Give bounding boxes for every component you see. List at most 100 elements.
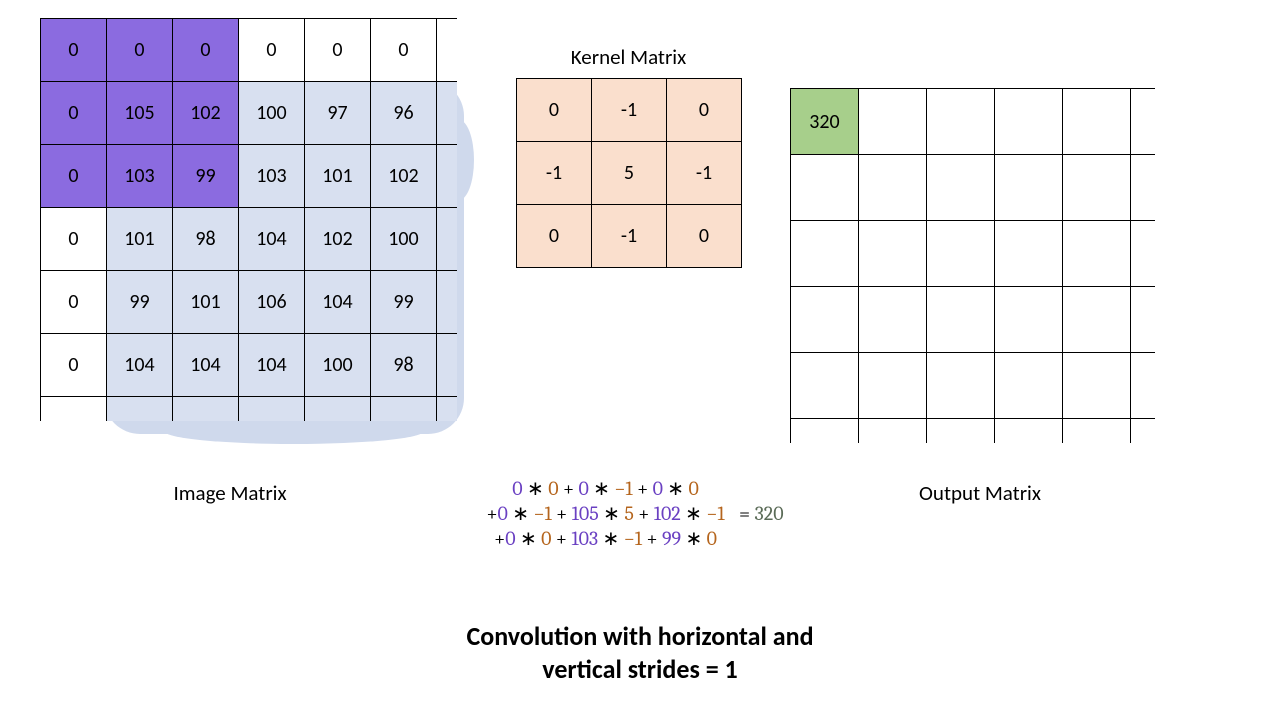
equation-token: −1: [624, 527, 642, 550]
image-cell: 99: [173, 145, 239, 208]
image-cell: 104: [173, 334, 239, 397]
image-cell: 105: [107, 82, 173, 145]
output-cell: [859, 89, 927, 155]
output-cell: [1063, 287, 1131, 353]
equation-token: −1: [533, 502, 551, 525]
image-cell: 104: [239, 334, 305, 397]
equation-token: −1: [614, 477, 632, 500]
image-cell: 106: [239, 271, 305, 334]
output-cell: [927, 89, 995, 155]
equation-line: 0 ∗ 0 + 0 ∗ −1 + 0 ∗ 0: [486, 476, 724, 501]
equation-token: +: [633, 477, 653, 500]
output-cell: [927, 221, 995, 287]
equation-token: 99: [662, 527, 681, 550]
output-cell: [859, 353, 927, 419]
caption-line-2: vertical strides = 1: [0, 653, 1280, 686]
image-cell-partial: [437, 334, 457, 397]
image-cell: 0: [305, 19, 371, 82]
output-matrix-label: Output Matrix: [830, 480, 1130, 506]
image-cell: 102: [305, 208, 371, 271]
output-cell: [1063, 89, 1131, 155]
image-cell: 96: [371, 82, 437, 145]
output-cell-partial: [1131, 89, 1155, 155]
image-cell-partial: [107, 397, 173, 421]
image-cell: 100: [239, 82, 305, 145]
equation-token: +: [551, 527, 571, 550]
image-cell: 0: [41, 82, 107, 145]
equation-token: ∗: [516, 527, 542, 550]
output-cell: [859, 287, 927, 353]
image-cell: 0: [41, 19, 107, 82]
kernel-cell: 5: [592, 142, 667, 205]
image-cell: 101: [305, 145, 371, 208]
image-cell: 101: [173, 271, 239, 334]
equation-token: 0: [512, 477, 522, 500]
kernel-matrix-title: Kernel Matrix: [516, 44, 741, 70]
equation-token: ∗: [508, 502, 534, 525]
output-cell: [1063, 155, 1131, 221]
equation-token: 0: [653, 477, 663, 500]
output-cell: [927, 287, 995, 353]
output-cell-partial: [927, 419, 995, 443]
output-cell-partial: [791, 419, 859, 443]
equation-token: +: [634, 502, 654, 525]
equation-token: +: [486, 502, 497, 525]
image-cell-partial: [437, 145, 457, 208]
equation-lines: 0 ∗ 0 + 0 ∗ −1 + 0 ∗ 0+0 ∗ −1 + 105 ∗ 5 …: [486, 476, 724, 551]
output-cell-partial: [1131, 353, 1155, 419]
output-cell-partial: [1131, 155, 1155, 221]
equation-token: 0: [548, 477, 558, 500]
equation-token: ∗: [598, 527, 624, 550]
image-cell: 103: [107, 145, 173, 208]
image-cell: 0: [41, 145, 107, 208]
image-cell-partial: [437, 19, 457, 82]
equals-sign: =: [739, 502, 754, 525]
image-cell: 98: [173, 208, 239, 271]
output-cell: [995, 155, 1063, 221]
image-cell: 0: [107, 19, 173, 82]
image-cell-partial: [437, 271, 457, 334]
equation-token: +: [552, 502, 572, 525]
image-cell: 102: [173, 82, 239, 145]
output-cell-partial: [859, 419, 927, 443]
output-cell-partial: [1131, 287, 1155, 353]
figure-caption: Convolution with horizontal and vertical…: [0, 620, 1280, 685]
kernel-cell: -1: [667, 142, 742, 205]
output-cell-partial: [1131, 419, 1155, 443]
image-matrix-label: Image Matrix: [80, 480, 380, 506]
kernel-cell: 0: [667, 205, 742, 268]
output-cell-partial: [1063, 419, 1131, 443]
equation-result: = 320: [739, 501, 783, 526]
output-cell: [995, 287, 1063, 353]
equation-token: +: [559, 477, 579, 500]
image-cell-partial: [173, 397, 239, 421]
equation-token: −1: [706, 502, 724, 525]
image-cell: 0: [41, 271, 107, 334]
equation-token: 0: [707, 527, 717, 550]
equation-line: +0 ∗ −1 + 105 ∗ 5 + 102 ∗ −1: [486, 501, 724, 526]
kernel-cell: 0: [667, 79, 742, 142]
image-cell: 0: [371, 19, 437, 82]
image-cell-partial: [437, 82, 457, 145]
equation-token: 105: [572, 502, 599, 525]
image-cell-partial: [437, 397, 457, 421]
equation-token: 0: [505, 527, 515, 550]
image-cell: 0: [173, 19, 239, 82]
output-cell: [791, 353, 859, 419]
kernel-cell: 0: [517, 205, 592, 268]
image-cell: 103: [239, 145, 305, 208]
image-cell: 99: [107, 271, 173, 334]
equation-token: ∗: [527, 477, 544, 500]
output-matrix: 320: [790, 88, 1155, 443]
equation-token: +: [642, 527, 662, 550]
equation-token: 0: [498, 502, 508, 525]
output-cell: [995, 89, 1063, 155]
output-cell: [791, 287, 859, 353]
output-cell: [791, 155, 859, 221]
image-cell: 100: [305, 334, 371, 397]
output-cell: [1063, 353, 1131, 419]
image-cell-partial: [371, 397, 437, 421]
image-cell: 98: [371, 334, 437, 397]
equation-token: ∗: [599, 502, 625, 525]
equation-token: 0: [541, 527, 551, 550]
